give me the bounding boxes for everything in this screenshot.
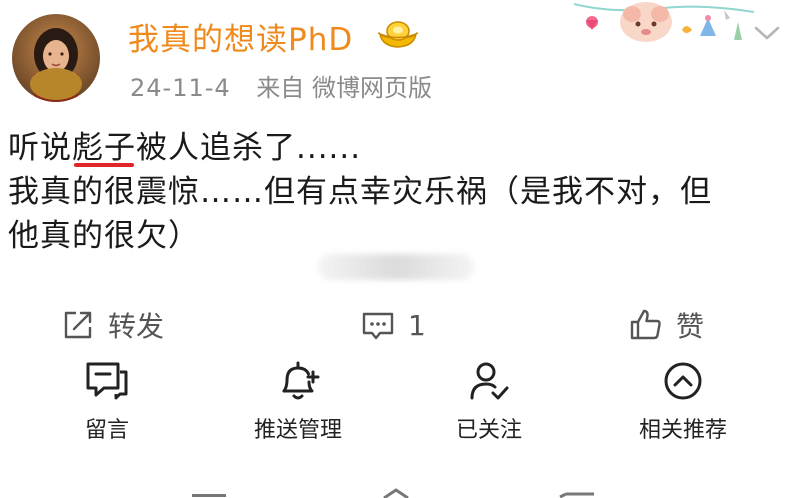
thumbs-up-icon bbox=[630, 309, 661, 340]
bottom-action-bar: 留言 推送管理 已关注 相关推荐 bbox=[0, 358, 789, 448]
post-line-2: 我真的很震惊……但有点幸灾乐祸（是我不对，但 bbox=[8, 174, 712, 210]
decorative-banner-icon bbox=[574, 2, 754, 42]
repost-button[interactable]: 转发 bbox=[60, 302, 164, 348]
post-line-3: 他真的很欠） bbox=[8, 218, 200, 254]
post-action-bar: 转发 1 赞 bbox=[0, 302, 789, 348]
push-settings-button[interactable]: 推送管理 bbox=[223, 358, 373, 444]
nav-menu-icon[interactable] bbox=[192, 494, 226, 497]
message-label: 留言 bbox=[84, 418, 129, 443]
post-header: 我真的想读PhD 24-11-4 来自 微博网页版 bbox=[0, 0, 789, 110]
nav-back-icon[interactable] bbox=[559, 492, 594, 498]
like-button[interactable]: 赞 bbox=[628, 302, 704, 348]
user-check-icon bbox=[470, 362, 509, 400]
following-label: 已关注 bbox=[455, 418, 522, 443]
chevron-down-icon[interactable] bbox=[752, 22, 782, 44]
comment-button[interactable]: 1 bbox=[360, 302, 426, 348]
repost-label: 转发 bbox=[108, 310, 165, 343]
post-text-segment: 被人追杀了...... bbox=[136, 130, 362, 166]
post-line-1: 听说彪子被人追杀了...... bbox=[8, 126, 783, 170]
recommendations-label: 相关推荐 bbox=[638, 418, 727, 443]
chevron-up-circle-icon bbox=[664, 362, 702, 400]
post-text-segment: 听说 bbox=[8, 130, 72, 166]
author-name[interactable]: 我真的想读PhD bbox=[128, 14, 353, 59]
following-button[interactable]: 已关注 bbox=[414, 358, 564, 444]
post-source: 来自 微博网页版 bbox=[256, 74, 432, 102]
push-settings-label: 推送管理 bbox=[253, 418, 342, 443]
message-button[interactable]: 留言 bbox=[32, 358, 182, 444]
post-date: 24-11-4 bbox=[130, 74, 231, 102]
comment-count: 1 bbox=[408, 308, 426, 342]
avatar[interactable] bbox=[12, 14, 100, 102]
bell-plus-icon bbox=[282, 361, 320, 400]
recommendations-button[interactable]: 相关推荐 bbox=[608, 358, 758, 444]
blurred-content bbox=[318, 254, 474, 280]
post-meta: 24-11-4 来自 微博网页版 bbox=[130, 68, 432, 103]
like-label: 赞 bbox=[676, 310, 705, 343]
system-nav-bar bbox=[192, 488, 594, 498]
highlighted-term: 彪子 bbox=[72, 126, 136, 170]
repost-icon bbox=[64, 311, 92, 339]
message-icon bbox=[86, 362, 128, 400]
comment-icon bbox=[362, 312, 394, 340]
nav-home-icon[interactable] bbox=[383, 488, 409, 498]
post-content: 听说彪子被人追杀了...... 我真的很震惊……但有点幸灾乐祸（是我不对，但 他… bbox=[8, 126, 783, 258]
avatar-image bbox=[12, 14, 100, 102]
gold-ingot-icon[interactable] bbox=[376, 16, 420, 50]
